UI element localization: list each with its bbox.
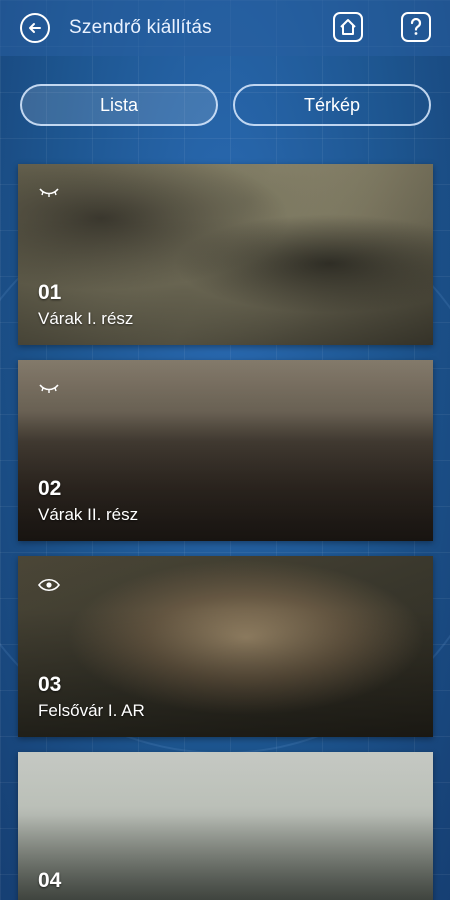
arrow-left-icon: [29, 23, 41, 33]
eye-open-icon: [38, 578, 60, 592]
card-label: Várak II. rész: [38, 505, 139, 524]
exhibit-card[interactable]: 03 Felsővár I. AR: [18, 556, 433, 737]
card-label: Felsővár I. AR: [38, 701, 145, 720]
card-number: 03: [38, 673, 62, 696]
page-title: Szendrő kiállítás: [69, 17, 212, 38]
home-button[interactable]: [333, 12, 363, 42]
back-button[interactable]: [20, 13, 50, 43]
eye-closed-icon: [39, 188, 59, 197]
exhibit-card[interactable]: 01 Várak I. rész: [18, 164, 433, 345]
exhibit-card[interactable]: 04: [18, 752, 433, 900]
card-label: Várak I. rész: [38, 309, 134, 328]
card-number: 01: [38, 281, 62, 304]
question-mark-icon: [410, 18, 422, 35]
home-icon: [340, 19, 356, 35]
tab-map[interactable]: Térkép: [233, 84, 431, 126]
card-number: 02: [38, 477, 62, 500]
help-button[interactable]: [401, 12, 431, 42]
exhibit-card[interactable]: 02 Várak II. rész: [18, 360, 433, 541]
eye-closed-icon: [39, 384, 59, 393]
card-number: 04: [38, 869, 62, 892]
tab-list[interactable]: Lista: [20, 84, 218, 126]
top-bar: Szendrő kiállítás: [0, 0, 450, 56]
